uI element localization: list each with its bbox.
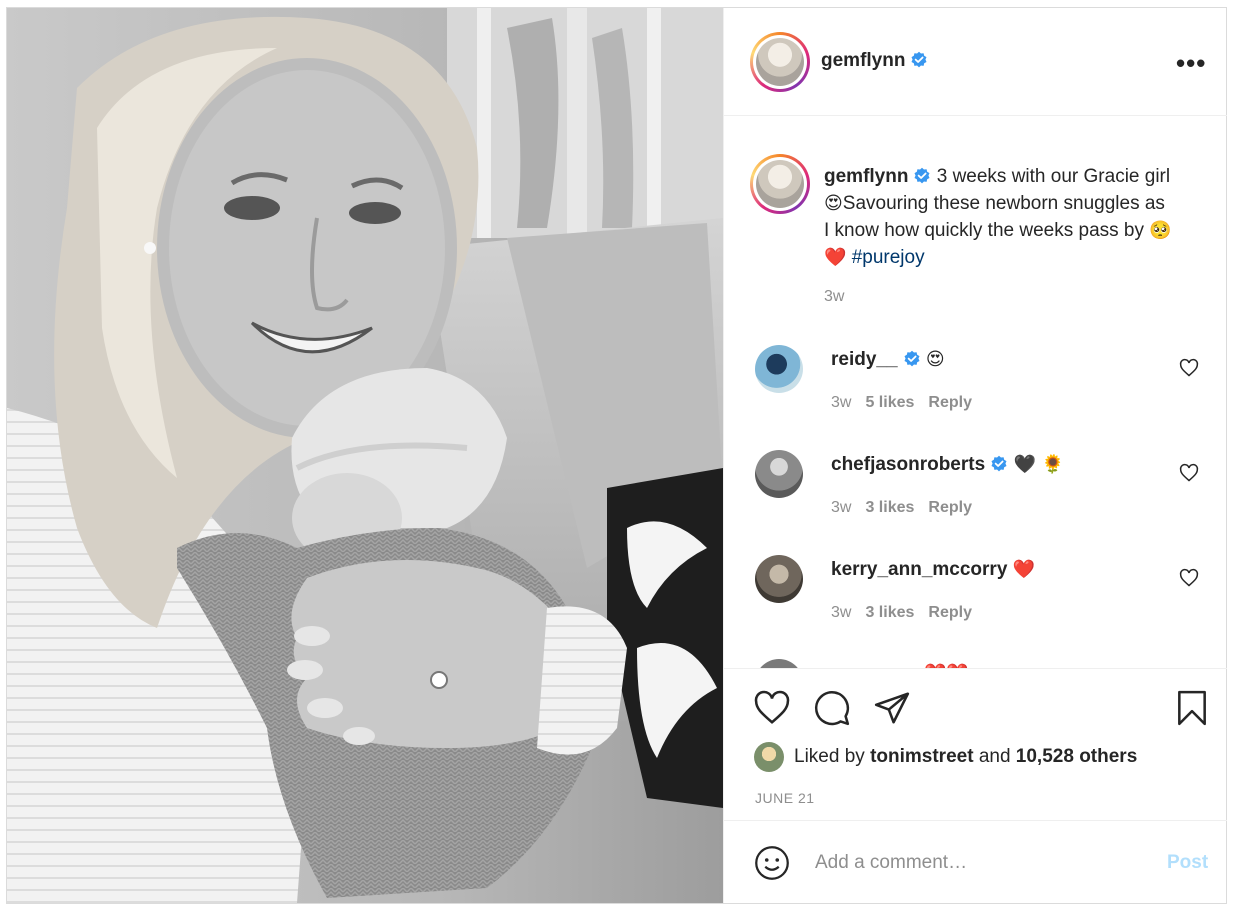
comment-bubble-icon[interactable] bbox=[813, 689, 851, 727]
share-paper-plane-icon[interactable] bbox=[873, 689, 911, 727]
caption-text-1: 3 weeks with our Gracie girl bbox=[936, 166, 1171, 187]
likes-summary: Liked by tonimstreet and 10,528 others bbox=[754, 742, 1137, 772]
commenter-username[interactable]: kerry_ann_mccorry bbox=[831, 559, 1007, 580]
verified-badge-icon bbox=[911, 51, 927, 68]
post-photo[interactable] bbox=[7, 8, 723, 903]
likes-prefix: Liked by bbox=[794, 746, 865, 767]
post-details-panel: gemflynn ••• gemflynn 3 weeks with our G… bbox=[723, 8, 1227, 903]
comment-timestamp[interactable]: 3w bbox=[831, 604, 851, 621]
comment-timestamp[interactable]: 3w bbox=[831, 394, 851, 411]
comment-item-partial: ❤️❤️ bbox=[724, 659, 1227, 668]
comment-meta: 3w 3 likes Reply bbox=[831, 499, 986, 517]
post-comment-button[interactable]: Post bbox=[1167, 852, 1208, 874]
liker-avatar[interactable] bbox=[754, 742, 784, 772]
comment-item: kerry_ann_mccorry ❤️ 3w 3 likes Reply bbox=[724, 555, 1227, 655]
verified-badge-icon bbox=[991, 455, 1007, 472]
comment-likes[interactable]: 3 likes bbox=[865, 499, 914, 516]
post-date[interactable]: JUNE 21 bbox=[755, 790, 815, 806]
caption-text-2: Savouring these newborn snuggles as I kn… bbox=[824, 193, 1165, 241]
save-bookmark-icon[interactable] bbox=[1173, 689, 1211, 727]
commenter-avatar[interactable] bbox=[755, 450, 803, 498]
commenter-avatar[interactable] bbox=[755, 345, 803, 393]
likes-others-count[interactable]: 10,528 others bbox=[1016, 746, 1137, 768]
more-options-icon[interactable]: ••• bbox=[1176, 48, 1206, 79]
comment-timestamp[interactable]: 3w bbox=[831, 499, 851, 516]
comment-emoji: ❤️ bbox=[1012, 559, 1036, 580]
comment-item: reidy__ 😍 3w 5 likes Reply bbox=[724, 345, 1227, 445]
comment-emoji: 😍 bbox=[925, 349, 945, 370]
comment-text: chefjasonroberts 🖤 🌻 bbox=[831, 454, 1064, 476]
reply-button[interactable]: Reply bbox=[928, 604, 972, 621]
author-username[interactable]: gemflynn bbox=[821, 50, 928, 72]
comment-like-heart-icon[interactable] bbox=[1179, 568, 1199, 588]
comment-meta: 3w 5 likes Reply bbox=[831, 394, 986, 412]
comment-text: reidy__ 😍 bbox=[831, 349, 945, 371]
likes-middle: and bbox=[978, 746, 1011, 767]
emoji-smiley-icon[interactable] bbox=[754, 845, 790, 881]
caption-username[interactable]: gemflynn bbox=[824, 166, 908, 187]
commenter-avatar[interactable] bbox=[755, 659, 803, 668]
liker-username[interactable]: tonimstreet bbox=[870, 746, 973, 768]
post-actions: Liked by tonimstreet and 10,528 others J… bbox=[724, 668, 1227, 820]
caption-emoji-heart: ❤️ bbox=[824, 247, 847, 268]
verified-badge-icon bbox=[914, 167, 930, 184]
commenter-username[interactable]: reidy__ bbox=[831, 349, 898, 370]
comment-input[interactable] bbox=[815, 843, 1145, 883]
comment-item: chefjasonroberts 🖤 🌻 3w 3 likes Reply bbox=[724, 450, 1227, 550]
comment-like-heart-icon[interactable] bbox=[1179, 358, 1199, 378]
comment-emoji: 🖤 🌻 bbox=[1013, 454, 1064, 475]
post-caption: gemflynn 3 weeks with our Gracie girl 😍S… bbox=[824, 163, 1174, 271]
reply-button[interactable]: Reply bbox=[928, 394, 972, 411]
caption-emoji-star-eyes: 😍 bbox=[824, 193, 843, 214]
author-avatar[interactable] bbox=[750, 32, 810, 92]
comment-likes[interactable]: 5 likes bbox=[865, 394, 914, 411]
commenter-username[interactable]: chefjasonroberts bbox=[831, 454, 985, 475]
commenter-avatar[interactable] bbox=[755, 555, 803, 603]
comment-text: kerry_ann_mccorry ❤️ bbox=[831, 559, 1035, 581]
caption-emoji-pleading: 🥺 bbox=[1149, 220, 1172, 241]
comment-likes[interactable]: 3 likes bbox=[865, 604, 914, 621]
comment-like-heart-icon[interactable] bbox=[1179, 463, 1199, 483]
post-modal: gemflynn ••• gemflynn 3 weeks with our G… bbox=[6, 7, 1227, 904]
add-comment-bar: Post bbox=[724, 820, 1227, 903]
caption-hashtag[interactable]: #purejoy bbox=[852, 247, 925, 268]
reply-button[interactable]: Reply bbox=[928, 499, 972, 516]
verified-badge-icon bbox=[904, 350, 920, 367]
caption-timestamp[interactable]: 3w bbox=[824, 288, 844, 306]
comments-list[interactable]: gemflynn 3 weeks with our Gracie girl 😍S… bbox=[724, 117, 1227, 668]
comment-meta: 3w 3 likes Reply bbox=[831, 604, 986, 622]
photo-illustration bbox=[7, 8, 723, 903]
post-header: gemflynn ••• bbox=[724, 8, 1227, 116]
like-heart-icon[interactable] bbox=[753, 689, 791, 727]
caption-author-avatar[interactable] bbox=[750, 154, 810, 214]
